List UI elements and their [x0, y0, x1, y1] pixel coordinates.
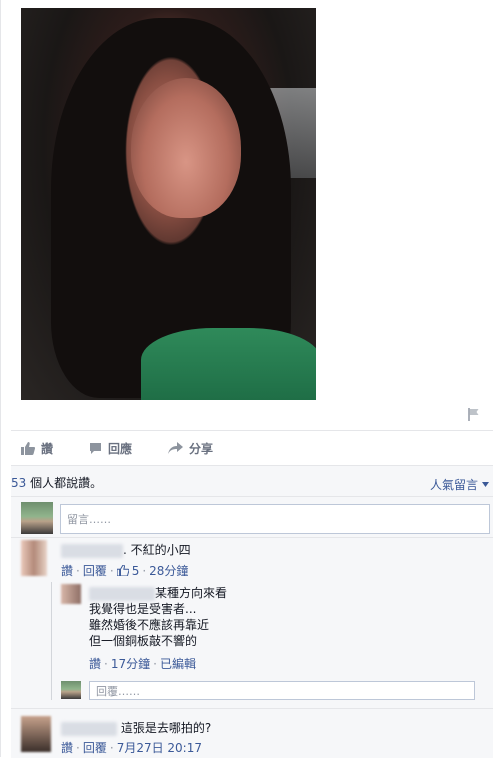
share-icon	[168, 442, 184, 454]
reply-input[interactable]: 回覆……	[89, 681, 475, 700]
reply-line: 我覺得也是受害者...	[89, 602, 197, 616]
comment-like-link[interactable]: 讚	[61, 739, 73, 756]
comment-body: 這張是去哪拍的?	[120, 721, 212, 735]
post-actions: 讚 回應 分享	[11, 430, 493, 465]
thumbs-up-icon	[116, 565, 129, 576]
flag-icon[interactable]	[467, 407, 481, 421]
reply-line: 但一個銅板敲不響的	[89, 634, 198, 648]
sort-label: 人氣留言	[429, 478, 478, 492]
replier-name[interactable]	[89, 586, 155, 601]
comment-like-count[interactable]: 5	[132, 564, 140, 578]
comment-like-link[interactable]: 讚	[61, 562, 73, 579]
likes-count[interactable]: 53	[11, 476, 26, 490]
likes-summary[interactable]: 53 個人都說讚。	[11, 474, 102, 491]
likes-suffix: 個人都說讚。	[26, 476, 103, 490]
avatar[interactable]	[21, 716, 51, 752]
divider	[11, 708, 493, 709]
reply-meta: 讚 · 17分鐘 · 已編輯	[89, 655, 196, 672]
comment-meta: 讚 · 回覆 · 7月27日 20:17	[61, 739, 202, 756]
comment-input-placeholder: 留言……	[67, 513, 111, 526]
comment-label: 回應	[108, 441, 133, 456]
separator: ·	[142, 563, 147, 578]
divider	[11, 496, 493, 497]
photo-face	[131, 78, 241, 218]
reply-like-link[interactable]: 讚	[89, 655, 101, 672]
separator: ·	[109, 563, 114, 578]
reply-line: 某種方向來看	[155, 586, 228, 600]
avatar[interactable]	[21, 502, 53, 534]
comment-meta: 讚 · 回覆 · 5 · 28分鐘	[61, 562, 188, 579]
divider	[11, 537, 493, 538]
separator: ·	[76, 563, 80, 578]
comment-input[interactable]: 留言……	[60, 504, 490, 534]
reply-timestamp[interactable]: 17分鐘	[111, 655, 150, 672]
separator: ·	[76, 740, 80, 755]
comment-timestamp[interactable]: 28分鐘	[149, 562, 188, 579]
reply-line: 雖然婚後不應該再靠近	[89, 618, 210, 632]
edited-label[interactable]: 已編輯	[160, 655, 196, 672]
separator: ·	[109, 740, 114, 755]
sort-dropdown[interactable]: 人氣留言	[430, 476, 489, 493]
post-card: 讚 回應 分享 53 個人都說讚。 人氣留言 留言…… . 不紅的小四 讚 · …	[0, 0, 494, 758]
reply-text: 某種方向來看 我覺得也是受害者... 雖然婚後不應該再靠近 但一個銅板敲不響的	[89, 585, 227, 649]
comment-button[interactable]: 回應	[89, 440, 132, 457]
like-label: 讚	[41, 441, 54, 456]
photo-clothing	[141, 328, 316, 400]
comment-timestamp[interactable]: 7月27日 20:17	[117, 739, 202, 756]
avatar[interactable]	[61, 584, 81, 604]
share-label: 分享	[189, 441, 214, 456]
comment-text: . 不紅的小四	[61, 542, 191, 558]
like-button[interactable]: 讚	[21, 440, 53, 457]
separator: ·	[153, 656, 157, 671]
commenter-name[interactable]	[61, 721, 117, 736]
thumbs-up-icon	[21, 441, 35, 455]
comment-reply-link[interactable]: 回覆	[83, 562, 107, 579]
reply-input-placeholder: 回覆……	[96, 684, 140, 698]
reply-thread-line	[51, 582, 52, 700]
comment-icon	[90, 442, 102, 454]
comment-body: . 不紅的小四	[123, 543, 191, 557]
post-photo[interactable]	[21, 8, 316, 400]
share-button[interactable]: 分享	[168, 440, 213, 457]
commenter-name[interactable]	[61, 543, 123, 558]
comment-text: 這張是去哪拍的?	[61, 720, 211, 736]
avatar[interactable]	[21, 540, 47, 576]
avatar[interactable]	[61, 681, 81, 699]
comment-reply-link[interactable]: 回覆	[83, 739, 107, 756]
chevron-down-icon	[482, 482, 489, 487]
separator: ·	[104, 656, 108, 671]
